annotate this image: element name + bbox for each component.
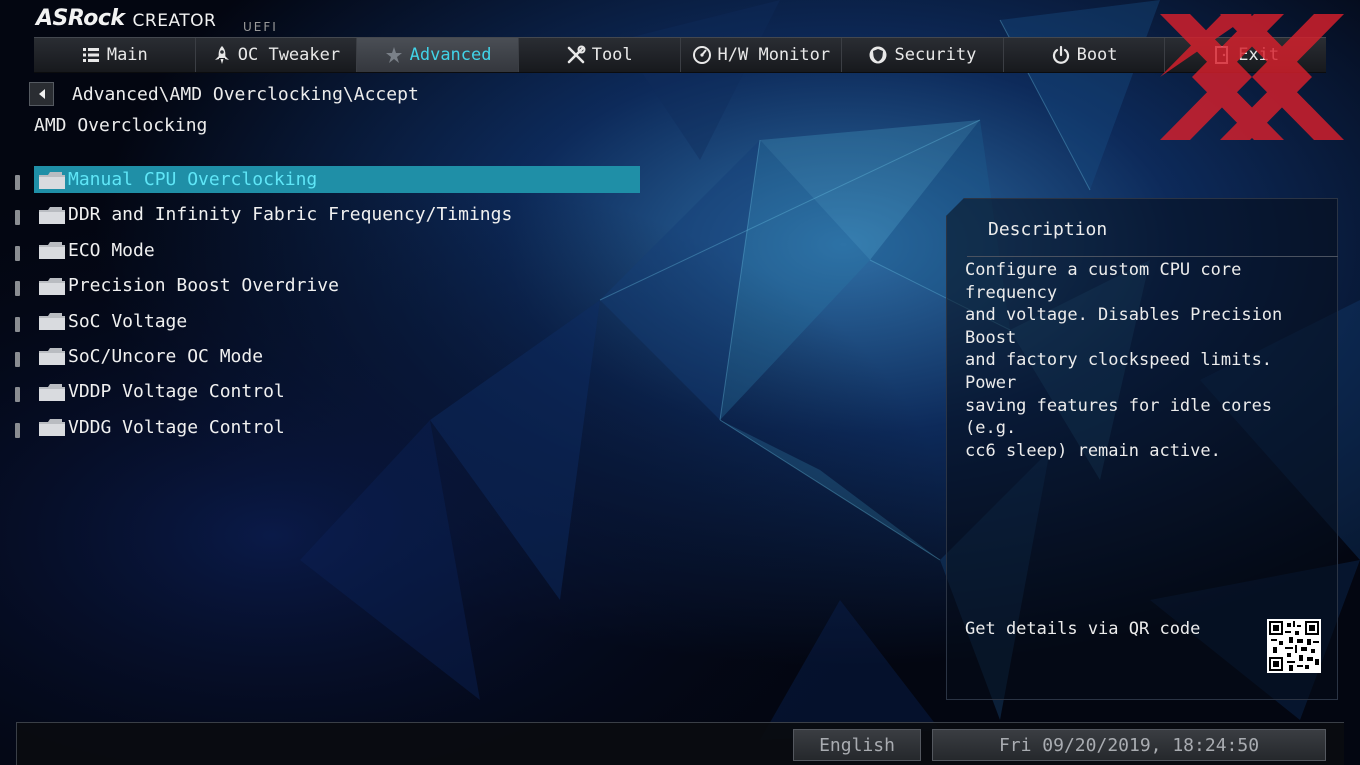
page-title: AMD Overclocking	[34, 115, 208, 136]
menu-item-vddg-voltage-control[interactable]: VDDG Voltage Control	[0, 412, 640, 447]
power-icon	[1051, 45, 1071, 65]
menu-item-eco-mode[interactable]: ECO Mode	[0, 235, 640, 270]
logo-brand: ASRock	[36, 6, 125, 31]
tools-icon	[566, 45, 586, 65]
logo-uefi: UEFI	[243, 20, 278, 34]
menu-item-label: Manual CPU Overclocking	[68, 169, 318, 190]
tab-oc-tweaker[interactable]: OC Tweaker	[196, 38, 358, 72]
date-time-display: Fri 09/20/2019, 18:24:50	[932, 729, 1326, 761]
main-tab-bar: Main OC Tweaker Advanced Tool H/W Monito…	[34, 37, 1326, 73]
tab-tool[interactable]: Tool	[519, 38, 681, 72]
description-divider	[967, 256, 1338, 257]
menu-item-label: SoC Voltage	[68, 310, 188, 332]
menu-item-label: DDR and Infinity Fabric Frequency/Timing…	[68, 204, 513, 226]
logo-series: CREATOR	[132, 11, 217, 31]
item-marker	[15, 387, 20, 403]
tab-hw-monitor[interactable]: H/W Monitor	[681, 38, 843, 72]
item-marker	[15, 422, 20, 438]
item-marker	[15, 210, 20, 226]
item-marker	[15, 245, 20, 261]
menu-item-manual-cpu-overclocking[interactable]: Manual CPU Overclocking	[0, 164, 640, 199]
folder-icon	[39, 277, 65, 295]
rocket-icon	[212, 45, 232, 65]
tab-label: Main	[106, 45, 148, 65]
tab-boot[interactable]: Boot	[1004, 38, 1166, 72]
tab-label: Security	[894, 45, 977, 65]
xx-watermark-logo	[1160, 14, 1344, 140]
menu-item-label: SoC/Uncore OC Mode	[68, 345, 264, 367]
tab-label: Advanced	[409, 45, 492, 65]
tab-label: Boot	[1076, 45, 1118, 65]
item-marker	[15, 351, 20, 367]
menu-item-vddp-voltage-control[interactable]: VDDP Voltage Control	[0, 376, 640, 411]
menu-item-soc-voltage[interactable]: SoC Voltage	[0, 306, 640, 341]
tab-label: OC Tweaker	[237, 45, 341, 65]
asrock-creator-logo: ASRock CREATOR UEFI	[36, 6, 276, 34]
menu-item-precision-boost-overdrive[interactable]: Precision Boost Overdrive	[0, 270, 640, 305]
menu-item-label: VDDG Voltage Control	[68, 416, 285, 438]
list-icon	[81, 45, 101, 65]
qr-code-label: Get details via QR code	[965, 619, 1201, 639]
tab-label: Tool	[591, 45, 633, 65]
folder-icon	[39, 206, 65, 224]
back-button[interactable]	[29, 82, 54, 106]
folder-icon	[39, 348, 65, 366]
folder-icon	[39, 313, 65, 331]
description-panel: Description Configure a custom CPU core …	[946, 198, 1338, 700]
folder-icon	[39, 419, 65, 437]
submenu-list: Manual CPU Overclocking DDR and Infinity…	[0, 164, 640, 447]
menu-item-label: ECO Mode	[68, 239, 155, 261]
tab-label: H/W Monitor	[717, 45, 831, 65]
item-marker	[15, 175, 20, 190]
tab-main[interactable]: Main	[34, 38, 196, 72]
qr-code-icon[interactable]	[1267, 619, 1321, 673]
back-arrow-icon	[38, 89, 45, 99]
breadcrumb: Advanced\AMD Overclocking\Accept	[72, 84, 419, 105]
folder-icon	[39, 242, 65, 260]
gauge-icon	[692, 45, 712, 65]
status-bar: English Fri 09/20/2019, 18:24:50	[16, 722, 1344, 765]
menu-item-label: Precision Boost Overdrive	[68, 275, 339, 297]
item-marker	[15, 316, 20, 332]
shield-icon	[868, 45, 888, 65]
menu-item-soc-uncore-oc-mode[interactable]: SoC/Uncore OC Mode	[0, 341, 640, 376]
description-title: Description	[988, 219, 1108, 240]
folder-icon	[39, 171, 65, 189]
item-marker	[15, 281, 20, 297]
folder-icon	[39, 383, 65, 401]
language-button[interactable]: English	[793, 729, 921, 761]
star-icon	[384, 45, 404, 65]
menu-item-ddr-infinity-fabric[interactable]: DDR and Infinity Fabric Frequency/Timing…	[0, 199, 640, 234]
tab-security[interactable]: Security	[842, 38, 1004, 72]
tab-advanced[interactable]: Advanced	[357, 38, 519, 72]
menu-item-label: VDDP Voltage Control	[68, 381, 285, 403]
description-text: Configure a custom CPU core frequency an…	[965, 260, 1283, 461]
